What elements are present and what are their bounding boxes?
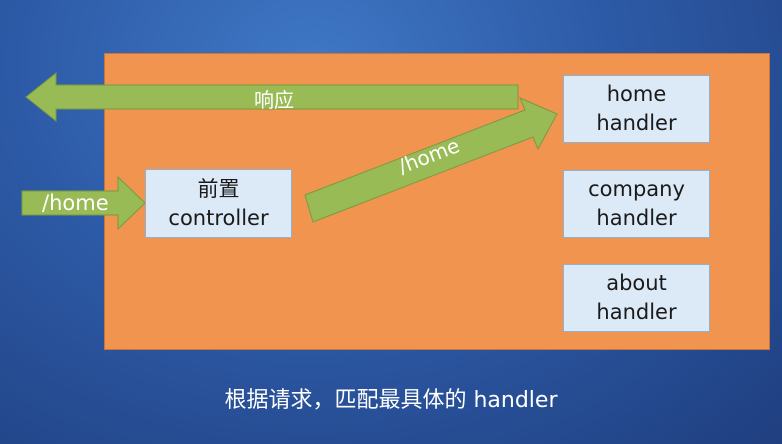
front-controller-label-line1: 前置 <box>197 176 240 201</box>
front-controller-box: 前置 controller <box>145 169 292 238</box>
company-handler-label-line1: company <box>588 177 685 201</box>
slide: 响应 /home /home 前置 controller home handle… <box>0 0 782 444</box>
slide-caption: 根据请求，匹配最具体的 handler <box>224 388 558 413</box>
front-controller-label-line2: controller <box>168 205 269 230</box>
company-handler-label-line2: handler <box>596 206 677 230</box>
home-handler-label-line1: home <box>606 82 667 106</box>
response-label: 响应 <box>254 88 294 112</box>
company-handler-box: company handler <box>563 170 710 238</box>
about-handler-label-line1: about <box>606 271 667 295</box>
about-handler-label-line2: handler <box>596 300 677 324</box>
home-handler-label-line2: handler <box>596 111 677 135</box>
home-handler-box: home handler <box>563 75 710 143</box>
about-handler-box: about handler <box>563 264 710 332</box>
incoming-request-label: /home <box>42 191 109 215</box>
